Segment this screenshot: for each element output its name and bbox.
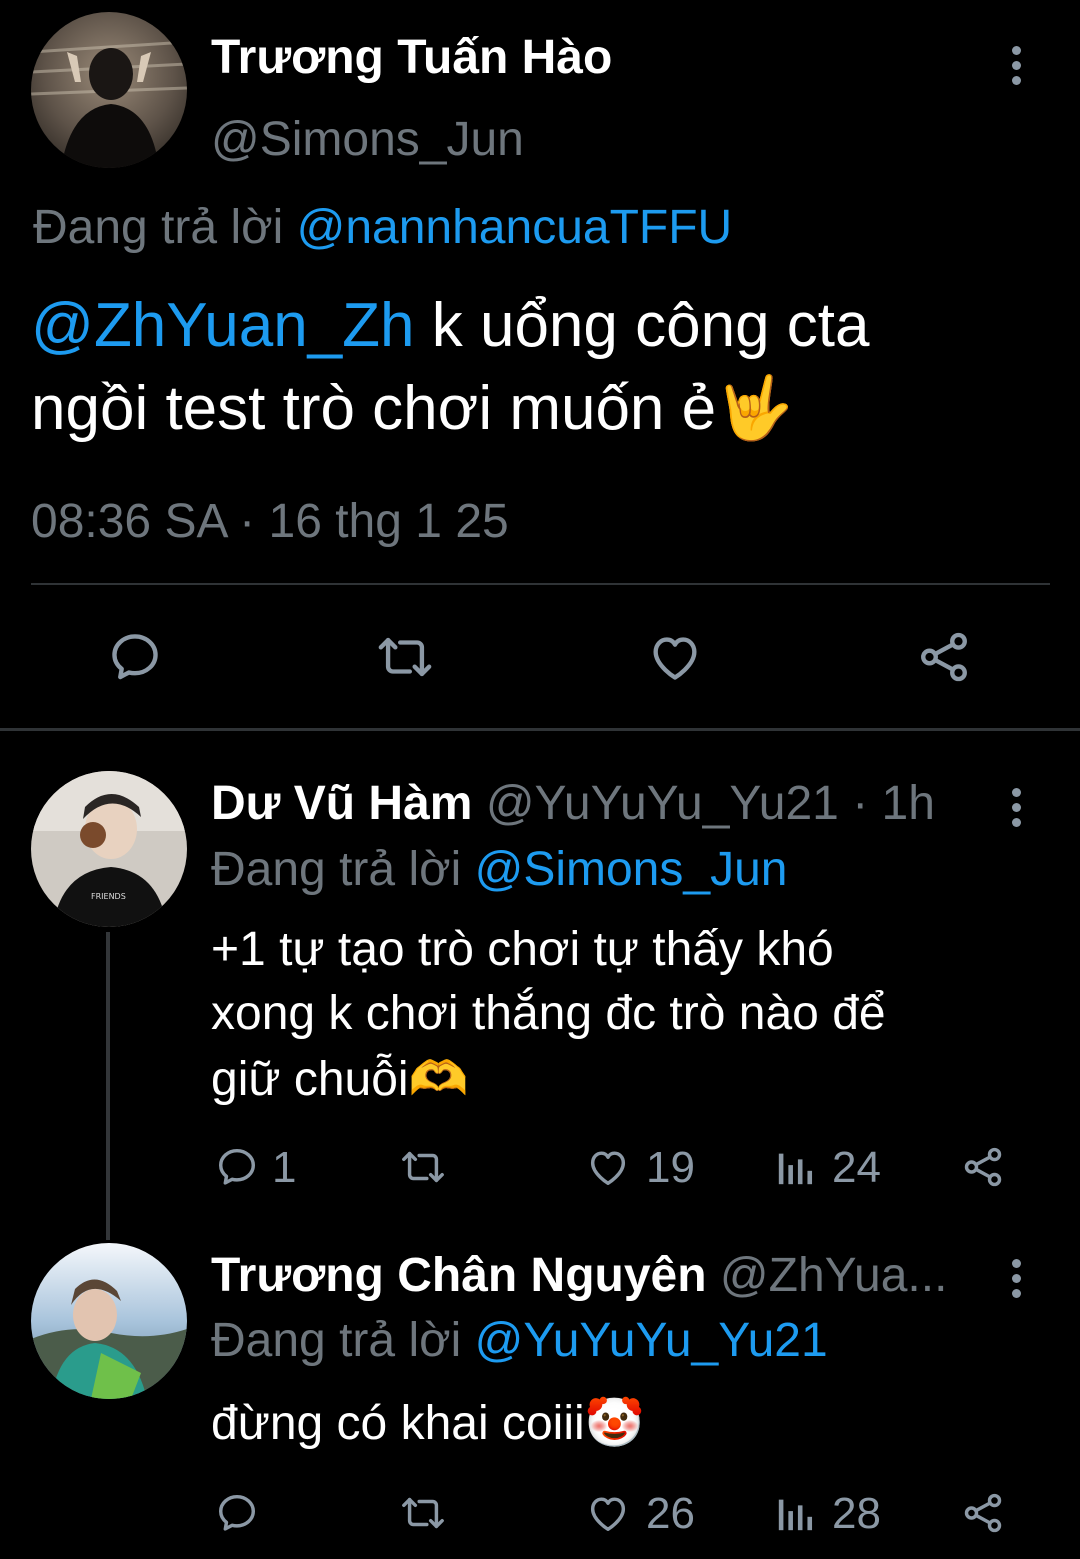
reply1-views-icon[interactable] — [776, 1146, 816, 1188]
reply2-views-icon[interactable] — [776, 1492, 816, 1534]
replying-to-link[interactable]: @Simons_Jun — [475, 843, 788, 896]
reply1-share-icon[interactable] — [960, 1144, 1006, 1190]
main-tweet-text-line2: ngồi test trò chơi muốn ẻ🤟 — [31, 374, 794, 443]
reply2-header: Trương Chân Nguyên @ZhYua... — [211, 1248, 947, 1303]
reply2-author-name[interactable]: Trương Chân Nguyên — [211, 1249, 707, 1302]
reply1-header: Dư Vũ Hàm @YuYuYu_Yu21 · 1h — [211, 776, 935, 831]
reply2-retweet-icon[interactable] — [397, 1490, 449, 1536]
reply1-author-avatar[interactable]: FRIENDS — [31, 771, 187, 927]
thread-connector-line — [106, 932, 110, 1240]
main-share-icon[interactable] — [915, 628, 973, 686]
replying-to-link[interactable]: @YuYuYu_Yu21 — [475, 1314, 828, 1367]
reply1-like-icon[interactable] — [584, 1144, 632, 1190]
svg-text:FRIENDS: FRIENDS — [91, 892, 126, 901]
reply2-like-icon[interactable] — [584, 1490, 632, 1536]
replying-prefix: Đang trả lời — [33, 201, 284, 254]
reply1-text-line1: +1 tự tạo trò chơi tự thấy khó — [211, 923, 834, 976]
replying-to-link[interactable]: @nannhancuaTFFU — [297, 201, 733, 254]
main-author-name[interactable]: Trương Tuấn Hào — [211, 30, 612, 85]
reply2-view-count: 28 — [832, 1489, 881, 1538]
reply2-author-handle[interactable]: @ZhYua... — [720, 1249, 948, 1302]
reply1-more-options-icon[interactable] — [1006, 788, 1026, 827]
reply1-like-count: 19 — [646, 1143, 695, 1192]
reply2-replying-to: Đang trả lời @YuYuYu_Yu21 — [211, 1313, 828, 1368]
reply2-share-icon[interactable] — [960, 1490, 1006, 1536]
reply1-view-count: 24 — [832, 1143, 881, 1192]
replying-prefix: Đang trả lời — [211, 1314, 462, 1367]
reply2-like-count: 26 — [646, 1489, 695, 1538]
tweet-text: k uổng công cta — [414, 291, 870, 360]
reply1-retweet-icon[interactable] — [397, 1144, 449, 1190]
reply2-more-options-icon[interactable] — [1006, 1259, 1026, 1298]
reply1-reply-count: 1 — [272, 1143, 297, 1192]
reply1-text-line2: xong k chơi thắng đc trò nào để — [211, 987, 886, 1040]
main-divider — [31, 583, 1050, 585]
replying-prefix: Đang trả lời — [211, 843, 462, 896]
reply1-replying-to: Đang trả lời @Simons_Jun — [211, 842, 787, 897]
tweet-thread-page: Trương Tuấn Hào @Simons_Jun Đang trả lời… — [0, 0, 1080, 1559]
reply2-text-line1: đừng có khai coiii🤡 — [211, 1397, 645, 1450]
reply1-reply-icon[interactable] — [214, 1144, 260, 1190]
reply1-author-name[interactable]: Dư Vũ Hàm — [211, 777, 472, 830]
section-divider — [0, 728, 1080, 731]
main-like-icon[interactable] — [645, 628, 705, 686]
reply2-reply-icon[interactable] — [214, 1490, 260, 1536]
main-author-handle[interactable]: @Simons_Jun — [211, 112, 524, 167]
main-replying-to: Đang trả lời @nannhancuaTFFU — [33, 200, 732, 255]
main-retweet-icon[interactable] — [373, 628, 437, 686]
reply1-text-line3: giữ chuỗi🫶 — [211, 1053, 469, 1106]
reply1-author-handle[interactable]: @YuYuYu_Yu21 — [486, 777, 839, 830]
reply1-time[interactable]: · 1h — [852, 777, 935, 830]
mention-link[interactable]: @ZhYuan_Zh — [31, 291, 415, 360]
main-tweet-text-line1: @ZhYuan_Zh k uổng công cta — [31, 290, 870, 361]
reply2-author-avatar[interactable] — [31, 1243, 187, 1399]
main-reply-icon[interactable] — [106, 628, 164, 686]
main-tweet-timestamp[interactable]: 08:36 SA · 16 thg 1 25 — [31, 494, 509, 549]
main-author-avatar[interactable] — [31, 12, 187, 168]
main-more-options-icon[interactable] — [1006, 46, 1026, 85]
